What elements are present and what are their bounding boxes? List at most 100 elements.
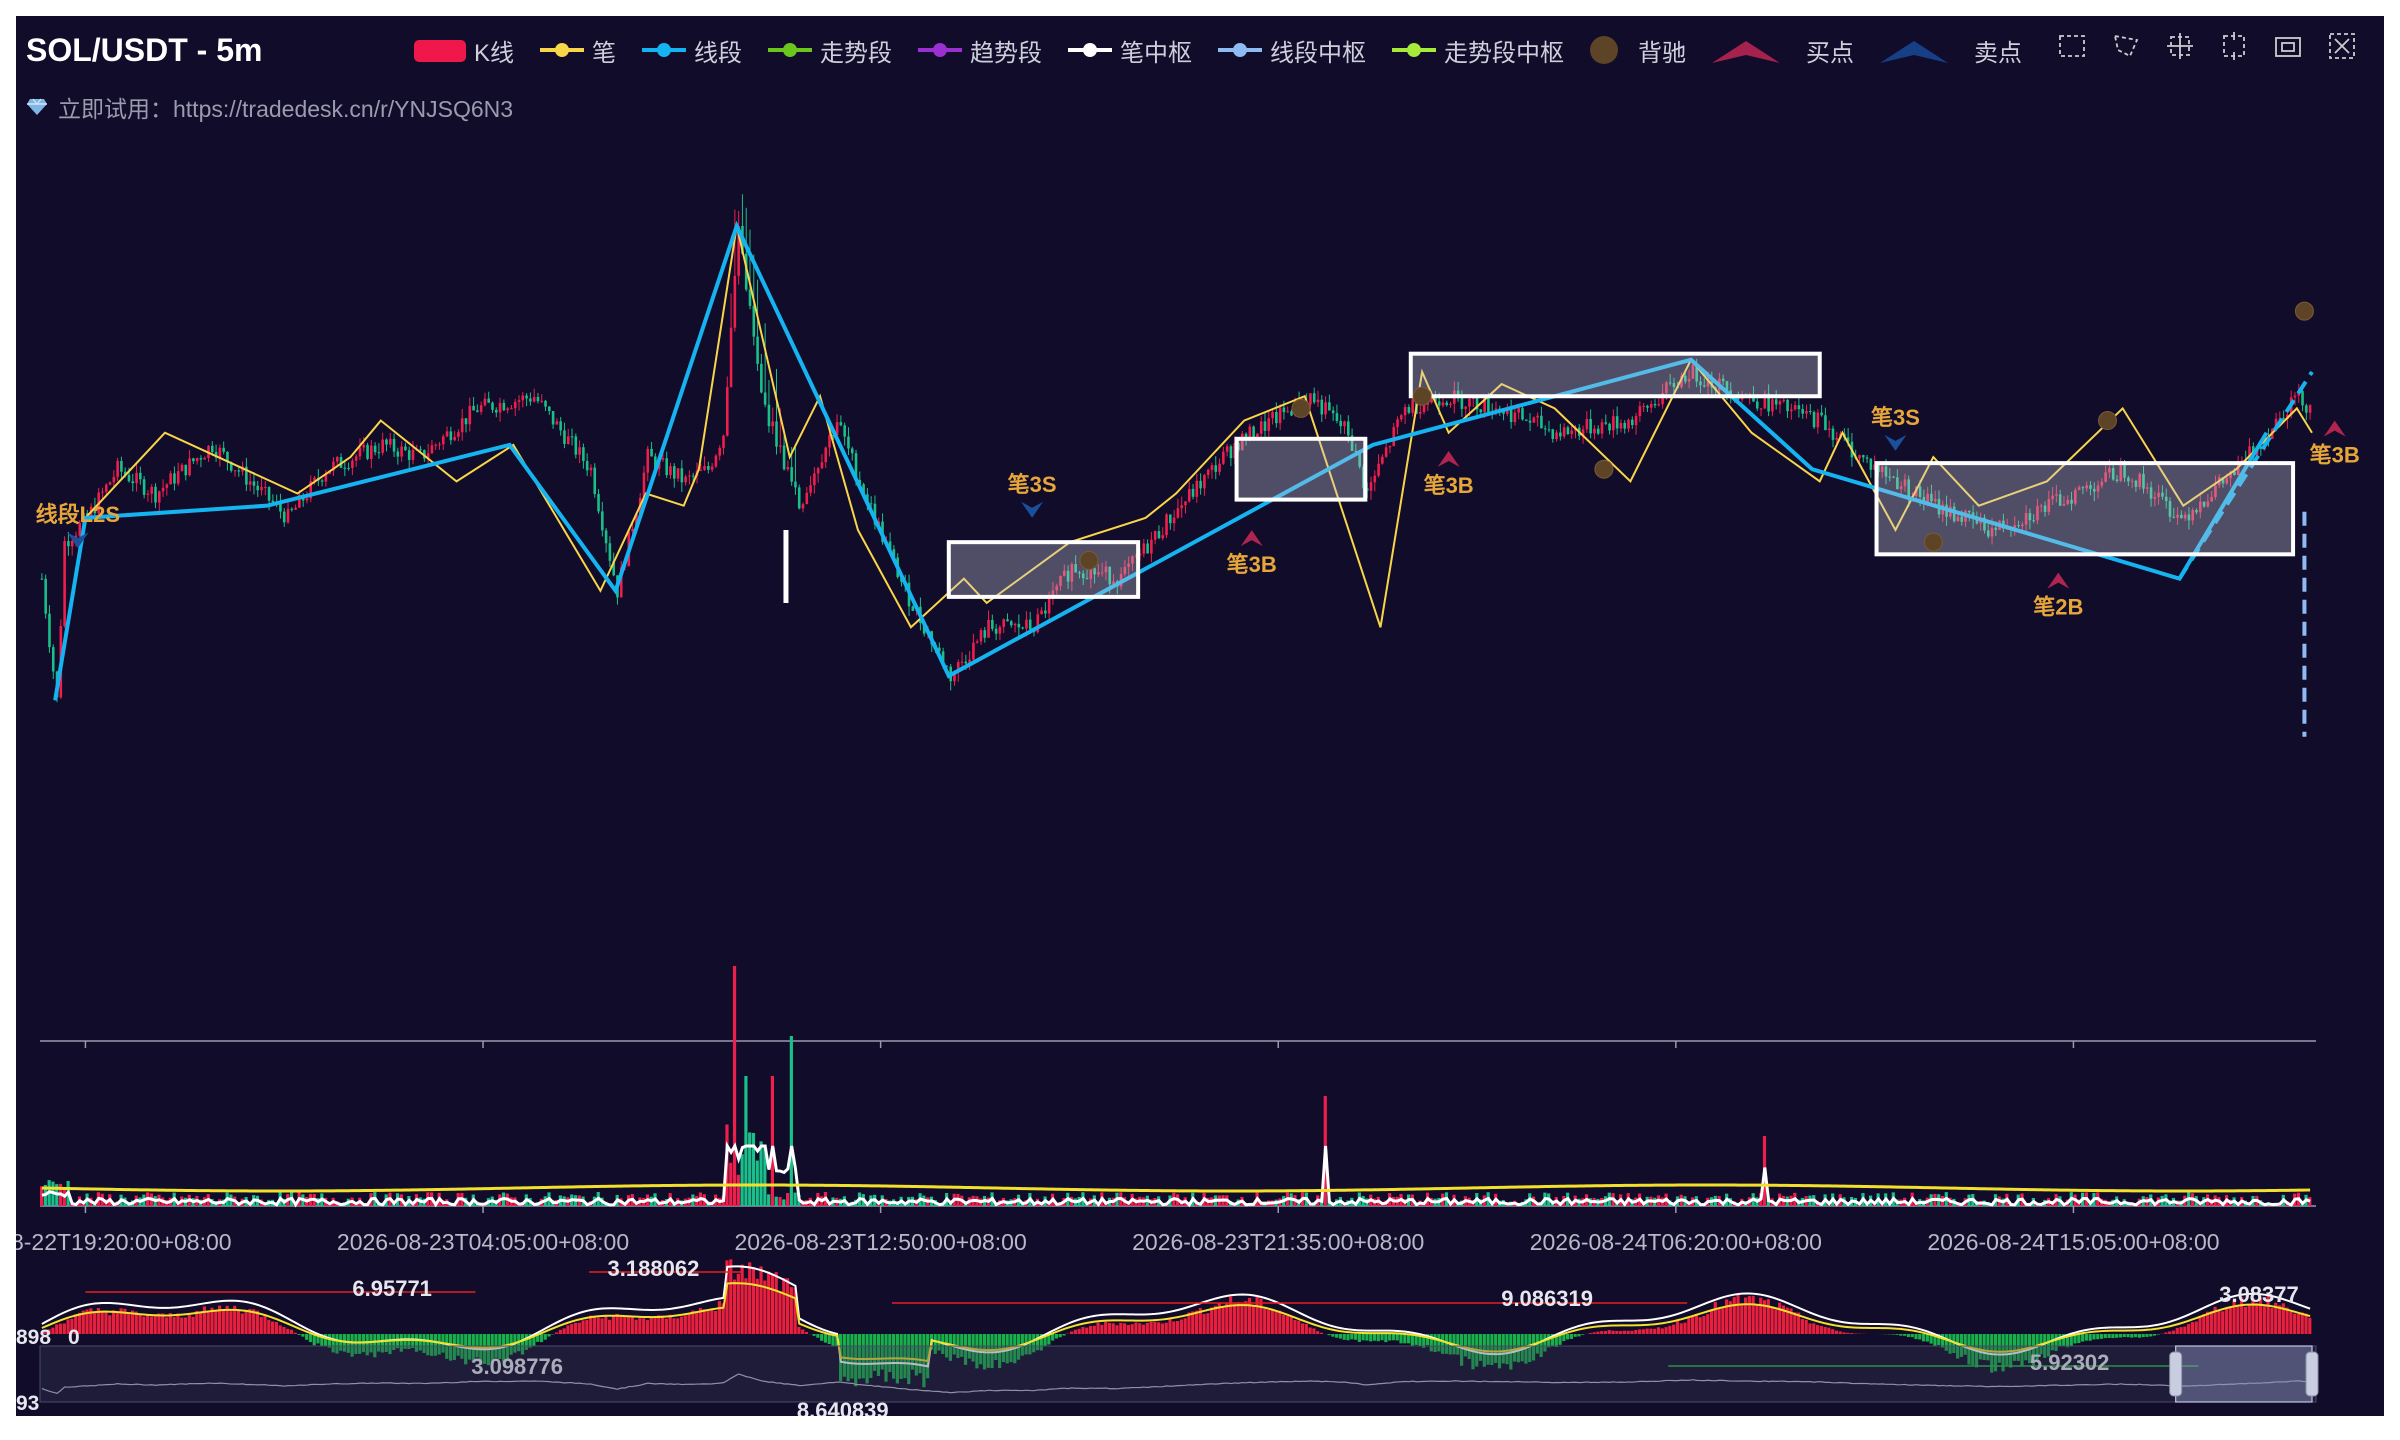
macd-bar <box>2107 1334 2111 1338</box>
macd-bar <box>1308 1327 1312 1334</box>
macd-bar <box>2168 1331 2172 1334</box>
macd-bar <box>751 1267 756 1334</box>
macd-bar <box>1088 1325 1093 1334</box>
candle <box>63 541 66 627</box>
macd-bar <box>1081 1327 1085 1334</box>
macd-bar <box>1895 1334 1899 1335</box>
macd-bar <box>1376 1334 1380 1342</box>
candle <box>1377 463 1380 476</box>
candle <box>1320 399 1324 415</box>
candle <box>1339 420 1343 427</box>
candle <box>1312 393 1316 403</box>
candle <box>1790 409 1793 412</box>
legend-item[interactable]: 背驰 <box>1590 33 1686 68</box>
candle <box>574 436 578 455</box>
candle <box>582 447 585 462</box>
candle <box>532 396 536 402</box>
macd-bar <box>2236 1306 2240 1334</box>
candle <box>441 436 445 445</box>
legend-item[interactable]: 笔 <box>540 33 616 68</box>
legend-item[interactable]: 趋势段 <box>918 33 1042 68</box>
macd-bar <box>2289 1311 2293 1334</box>
x-tick-label: 2026-08-23T12:50:00+08:00 <box>735 1229 1027 1255</box>
candle <box>979 630 983 642</box>
rect-select-icon[interactable] <box>2056 30 2088 62</box>
macd-bar <box>1706 1314 1710 1334</box>
legend-item[interactable]: 线段中枢 <box>1218 33 1366 68</box>
candle <box>1801 409 1804 414</box>
legend-item[interactable]: 卖点 <box>1880 33 2022 68</box>
macd-bar <box>2198 1315 2202 1334</box>
legend-item[interactable]: K线 <box>414 33 514 68</box>
macd-bar <box>1891 1334 1895 1335</box>
macd-bar <box>1388 1334 1392 1341</box>
subtitle-link[interactable]: 立即试用：https://tradedesk.cn/r/YNJSQ6N3 <box>58 90 513 124</box>
candle <box>782 445 786 470</box>
candle <box>1418 412 1422 414</box>
zoom-icon[interactable] <box>2272 30 2304 62</box>
macd-bar <box>1804 1319 1808 1334</box>
macd-bar <box>1111 1323 1115 1334</box>
macd-bar <box>2088 1334 2092 1341</box>
macd-bar <box>157 1313 161 1334</box>
macd-bar <box>1717 1307 1721 1334</box>
candle <box>1191 488 1195 497</box>
volume-bar <box>793 1192 797 1206</box>
legend-item[interactable]: 笔中枢 <box>1068 33 1192 68</box>
macd-bar <box>1607 1330 1611 1334</box>
macd-bar <box>1725 1299 1729 1334</box>
macd-bar <box>570 1324 574 1334</box>
macd-bar <box>1240 1303 1244 1334</box>
candle <box>998 626 1002 634</box>
zoom-reset-icon[interactable] <box>2326 30 2358 62</box>
candle <box>1861 455 1865 458</box>
legend-item[interactable]: 走势段 <box>768 33 892 68</box>
macd-bar <box>2179 1327 2183 1334</box>
macd-bar <box>763 1280 767 1334</box>
candle <box>161 487 165 492</box>
sell-point-icon <box>1021 501 1044 518</box>
keep-select-icon[interactable] <box>2164 30 2196 62</box>
macd-bar <box>2081 1334 2085 1342</box>
legend-item[interactable]: 走势段中枢 <box>1392 33 1564 68</box>
candle <box>1324 402 1327 415</box>
candle <box>551 411 555 425</box>
macd-bar <box>1815 1325 1820 1334</box>
candle <box>869 503 873 505</box>
segment-legend-icon <box>642 43 687 57</box>
clear-select-icon[interactable] <box>2218 30 2250 62</box>
macd-bar <box>1573 1334 1577 1337</box>
chart-subtitle[interactable]: 立即试用：https://tradedesk.cn/r/YNJSQ6N3 <box>26 90 513 124</box>
candle <box>169 473 172 485</box>
candle <box>1793 405 1797 410</box>
macd-bar <box>1335 1334 1339 1338</box>
candle <box>729 327 733 387</box>
candle <box>237 470 241 472</box>
candle <box>1225 446 1229 452</box>
candle <box>1275 412 1278 424</box>
macd-bar <box>1134 1322 1138 1334</box>
candle <box>760 363 763 393</box>
macd-bar <box>1085 1327 1089 1334</box>
candle <box>449 431 453 441</box>
candle <box>1536 415 1539 418</box>
macd-bar <box>1687 1317 1691 1334</box>
candle <box>1559 432 1562 437</box>
macd-bar <box>297 1334 301 1335</box>
macd-bar <box>1702 1315 1706 1334</box>
candle <box>1373 475 1377 483</box>
chart-svg[interactable]: 线段L2S 笔3S 笔3B 笔3B 笔3S 笔2B 笔3B 2026-08-22T19:20:… <box>16 16 2384 1416</box>
signal-label: 笔3S <box>1008 472 1057 497</box>
candle <box>601 511 604 531</box>
macd-bar <box>657 1315 661 1334</box>
sell-point-icon <box>66 532 89 549</box>
macd-bar <box>142 1316 146 1334</box>
lasso-select-icon[interactable] <box>2110 30 2142 62</box>
candle <box>120 460 123 472</box>
macd-bar <box>274 1322 278 1334</box>
candle <box>1464 406 1467 409</box>
candle <box>555 421 559 425</box>
legend-item[interactable]: 线段 <box>642 33 742 68</box>
legend-item[interactable]: 买点 <box>1712 33 1854 68</box>
macd-bar <box>755 1278 759 1334</box>
